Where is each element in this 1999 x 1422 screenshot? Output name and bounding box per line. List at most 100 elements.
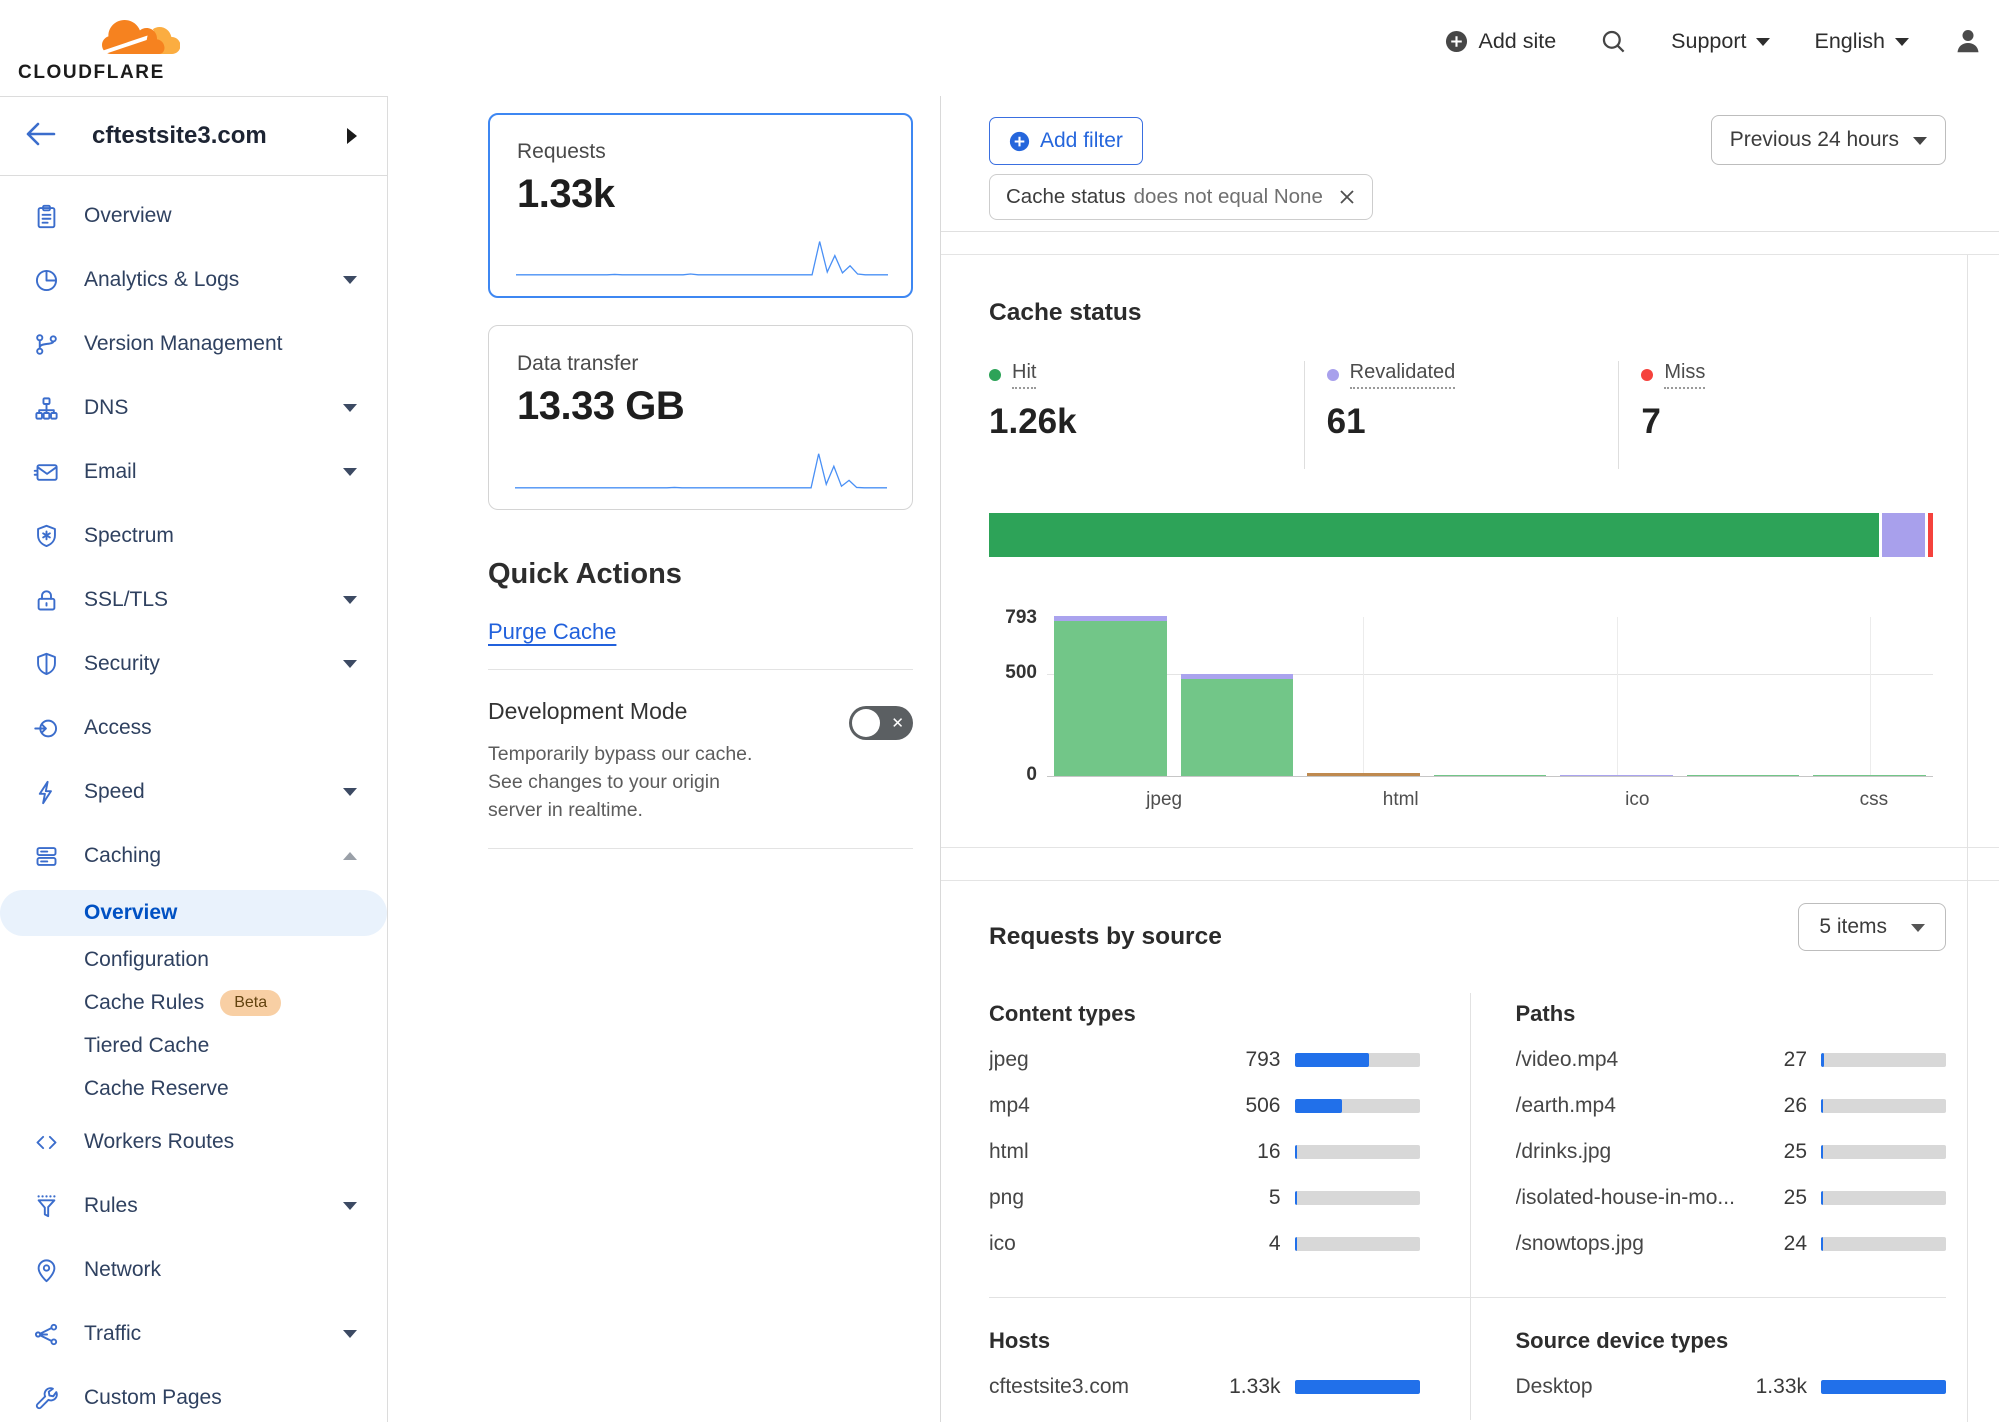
- language-menu[interactable]: English: [1814, 29, 1909, 54]
- legend-label-miss[interactable]: Miss: [1641, 361, 1933, 389]
- sidebar-submenu-caching: Overview ConfigurationCache RulesBeta Tier…: [0, 890, 387, 1110]
- bar-segment-hit: [1434, 775, 1547, 776]
- sidebar-subitem-cache-rules[interactable]: Cache RulesBeta: [0, 981, 387, 1024]
- row-label: png: [989, 1186, 1211, 1210]
- development-mode-description: Temporarily bypass our cache. See change…: [488, 740, 770, 824]
- chart-x-label: [1696, 789, 1814, 811]
- legend-label-text: Miss: [1664, 361, 1705, 389]
- table-row: cftestsite3.com1.33k: [989, 1364, 1420, 1410]
- row-value: 24: [1737, 1232, 1807, 1256]
- legend-value: 7: [1641, 402, 1933, 442]
- bar-segment-revalidated: [1560, 775, 1673, 776]
- analytics-panel: Add filter Cache status does not equal N…: [940, 96, 1999, 1422]
- sidebar-item-label: Workers Routes: [84, 1130, 234, 1154]
- metric-card-data-transfer[interactable]: Data transfer13.33 GB: [488, 325, 913, 510]
- development-mode-row: Development Mode Temporarily bypass our …: [488, 698, 913, 824]
- ssl-tls-icon: [33, 587, 60, 614]
- table-title-paths: Paths: [1516, 1001, 1947, 1027]
- requests-by-source-section: Requests by source 5 items Content types…: [941, 880, 1999, 1420]
- sidebar-item-version-management[interactable]: Version Management: [0, 312, 387, 376]
- y-axis-tick: 0: [989, 764, 1037, 786]
- chart-bar-html: [1300, 617, 1427, 776]
- sidebar-subitem-label: Overview: [84, 901, 177, 925]
- remove-filter-icon[interactable]: [1337, 187, 1357, 207]
- table-row: jpeg793: [989, 1037, 1420, 1083]
- row-label: html: [989, 1140, 1211, 1164]
- chevron-down-icon: [343, 596, 357, 604]
- time-range-dropdown[interactable]: Previous 24 hours: [1711, 115, 1946, 165]
- development-mode-title: Development Mode: [488, 698, 770, 725]
- table-row: /snowtops.jpg24: [1516, 1221, 1947, 1267]
- support-menu[interactable]: Support: [1671, 29, 1770, 54]
- sidebar-item-ssl-tls[interactable]: SSL/TLS: [0, 568, 387, 632]
- access-icon: [33, 715, 60, 742]
- add-site-button[interactable]: Add site: [1445, 29, 1556, 54]
- sidebar-item-speed[interactable]: Speed: [0, 760, 387, 824]
- chart-bar-unlabeled-1: [1174, 617, 1301, 776]
- sidebar-item-spectrum[interactable]: Spectrum: [0, 504, 387, 568]
- sidebar-item-security[interactable]: Security: [0, 632, 387, 696]
- table-row: /isolated-house-in-mo...25: [1516, 1175, 1947, 1221]
- sidebar-item-dns[interactable]: DNS: [0, 376, 387, 440]
- site-name: cftestsite3.com: [92, 122, 267, 150]
- sidebar-item-overview[interactable]: Overview: [0, 184, 387, 248]
- add-filter-button[interactable]: Add filter: [989, 117, 1143, 165]
- back-arrow-icon[interactable]: [25, 121, 57, 152]
- legend-label-revalidated[interactable]: Revalidated: [1327, 361, 1619, 389]
- row-value: 506: [1211, 1094, 1281, 1118]
- row-label: /video.mp4: [1516, 1048, 1738, 1072]
- legend-dot-icon: [1327, 369, 1339, 381]
- user-icon[interactable]: [1953, 26, 1983, 56]
- sidebar-item-traffic[interactable]: Traffic: [0, 1302, 387, 1366]
- filter-chip[interactable]: Cache status does not equal None: [989, 174, 1373, 220]
- cache-status-section: Cache status Hit1.26kRevalidated61Miss7 …: [941, 254, 1999, 848]
- sidebar-item-custom-pages[interactable]: Custom Pages: [0, 1366, 387, 1422]
- traffic-icon: [33, 1321, 60, 1348]
- filter-chip-field: Cache status: [1006, 185, 1126, 209]
- analytics-icon: [33, 267, 60, 294]
- row-label: ico: [989, 1232, 1211, 1256]
- row-meter-fill: [1295, 1237, 1297, 1251]
- row-meter: [1821, 1053, 1946, 1067]
- sidebar-subitem-cache-reserve[interactable]: Cache Reserve: [0, 1067, 387, 1110]
- chart-x-label: html: [1342, 789, 1460, 811]
- sidebar-item-label: Email: [84, 460, 137, 484]
- items-count-dropdown[interactable]: 5 items: [1798, 903, 1946, 951]
- sidebar-item-analytics-logs[interactable]: Analytics & Logs: [0, 248, 387, 312]
- site-expand-icon[interactable]: [347, 128, 357, 144]
- add-site-label: Add site: [1478, 29, 1556, 54]
- purge-cache-link[interactable]: Purge Cache: [488, 619, 616, 645]
- table-row: ico4: [989, 1221, 1420, 1267]
- row-meter-fill: [1295, 1099, 1343, 1113]
- development-mode-toggle[interactable]: ✕: [849, 706, 913, 740]
- gridline-vertical: [1870, 617, 1871, 776]
- sidebar-subitem-label: Tiered Cache: [84, 1034, 209, 1058]
- sidebar-item-rules[interactable]: Rules: [0, 1174, 387, 1238]
- sidebar-item-email[interactable]: Email: [0, 440, 387, 504]
- chevron-down-icon: [343, 660, 357, 668]
- site-selector[interactable]: cftestsite3.com: [0, 96, 387, 176]
- cloudflare-logo[interactable]: CLOUDFLARE: [18, 12, 188, 84]
- legend-label-hit[interactable]: Hit: [989, 361, 1304, 389]
- chart-bar-ico: [1553, 617, 1680, 776]
- bar-stack: [1560, 775, 1673, 776]
- row-label: Desktop: [1516, 1375, 1738, 1399]
- sidebar-subitem-overview[interactable]: Overview: [0, 890, 387, 936]
- sidebar-subitem-configuration[interactable]: Configuration: [0, 938, 387, 981]
- table-row: mp4506: [989, 1083, 1420, 1129]
- legend-dot-icon: [1641, 369, 1653, 381]
- sidebar-subitem-tiered-cache[interactable]: Tiered Cache: [0, 1024, 387, 1067]
- security-icon: [33, 651, 60, 678]
- sidebar-item-access[interactable]: Access: [0, 696, 387, 760]
- metric-card-requests[interactable]: Requests1.33k: [488, 113, 913, 298]
- chart-bar-unlabeled-5: [1680, 617, 1807, 776]
- cloudflare-cloud-icon: [102, 12, 180, 60]
- search-icon[interactable]: [1600, 28, 1627, 55]
- sidebar-item-caching[interactable]: Caching: [0, 824, 387, 888]
- speed-icon: [33, 779, 60, 806]
- row-value: 26: [1737, 1094, 1807, 1118]
- bar-segment-hit: [1687, 775, 1800, 776]
- sidebar-item-workers-routes[interactable]: Workers Routes: [0, 1110, 387, 1174]
- sidebar-item-network[interactable]: Network: [0, 1238, 387, 1302]
- chart-bar-jpeg: [1047, 617, 1174, 776]
